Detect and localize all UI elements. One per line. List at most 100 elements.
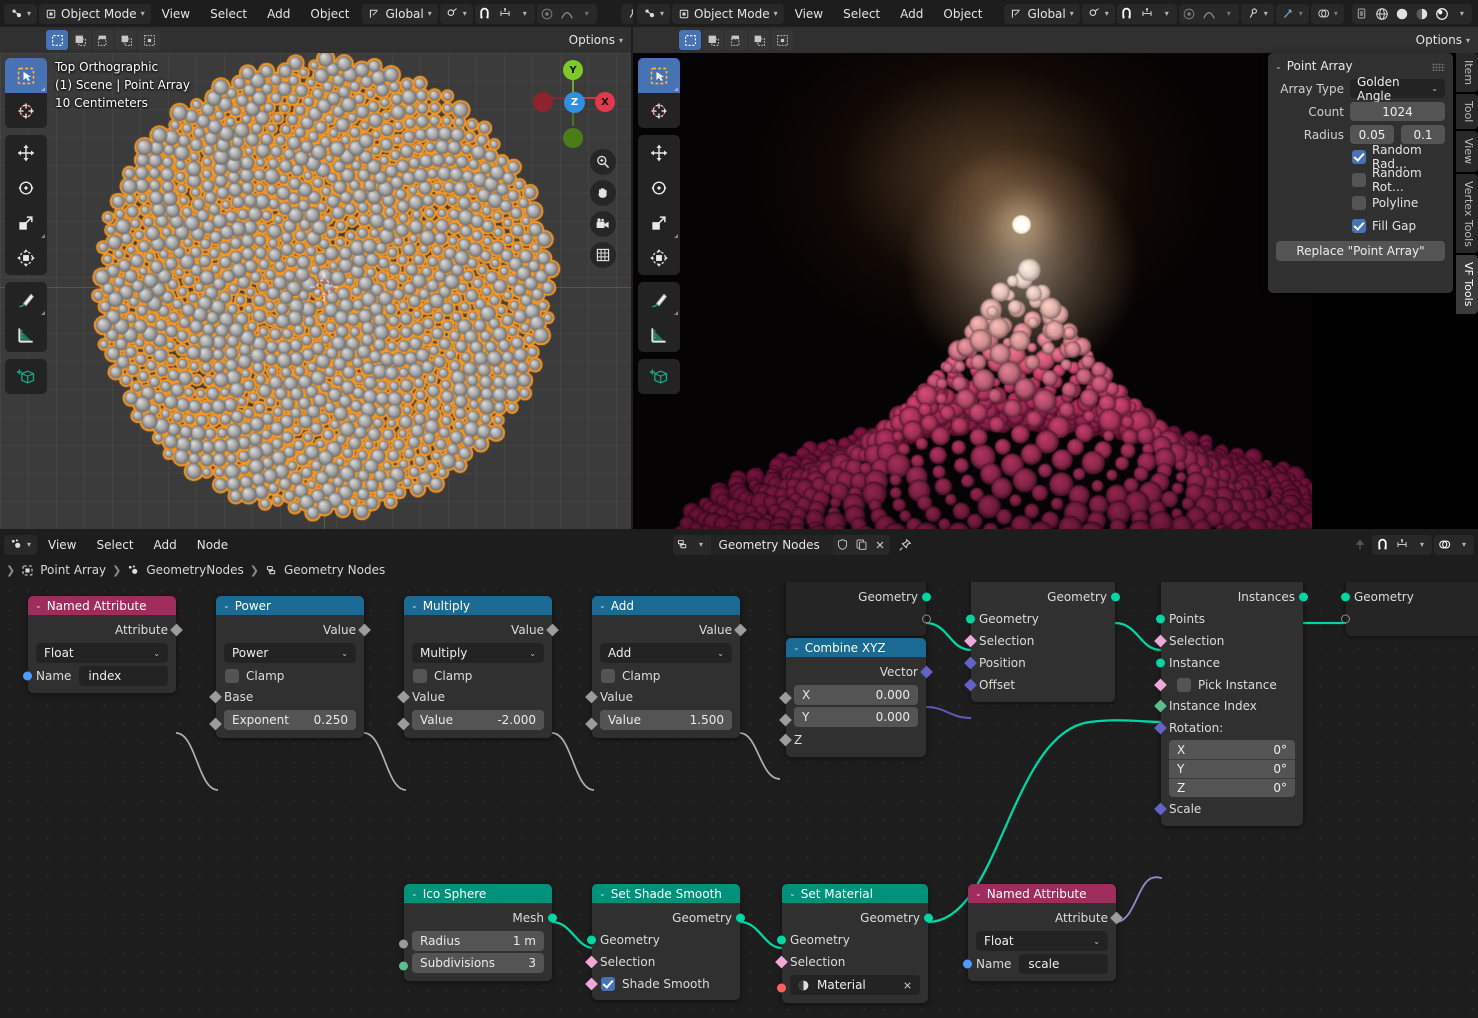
socket-pick-instance-in[interactable] — [1154, 678, 1167, 691]
node-header[interactable]: ⌄ Power — [216, 596, 364, 615]
data-type-dropdown[interactable]: Float ⌄ — [976, 931, 1108, 951]
replace-point-array-button[interactable]: Replace "Point Array" — [1276, 241, 1445, 261]
proportional-editing-group-right[interactable]: ▾ — [1178, 3, 1239, 24]
viewport-top-orthographic[interactable]: Top Orthographic (1) Scene | Point Array… — [0, 53, 631, 529]
node-set-shade-smooth[interactable]: ⌄ Set Shade Smooth Geometry Geometry Sel… — [585, 884, 745, 1000]
transform-orientation-dropdown-right[interactable]: Global ▾ — [1004, 3, 1080, 24]
chevron-down-icon[interactable]: ⌄ — [793, 643, 800, 652]
zoom-icon[interactable] — [590, 149, 616, 175]
nodetree-browse-dropdown[interactable]: ▾ — [692, 535, 711, 555]
menu-view[interactable]: View — [153, 7, 199, 21]
node-snapping-group[interactable]: ▾ — [1372, 534, 1432, 555]
menu-select[interactable]: Select — [201, 7, 256, 21]
transform-tool[interactable] — [638, 240, 680, 275]
proportional-edit-icon[interactable] — [1179, 4, 1199, 24]
point-array-panel[interactable]: ⌄ Point Array Array Type Golden Angle ⌄ … — [1268, 53, 1453, 293]
socket-mesh-out[interactable] — [548, 913, 557, 923]
socket-geometry-in[interactable] — [966, 614, 975, 624]
move-tool[interactable] — [5, 135, 47, 170]
socket-x-in[interactable] — [779, 691, 792, 705]
overlays-dropdown[interactable]: ▾ — [1310, 3, 1344, 24]
pick-instance-checkbox[interactable] — [1177, 677, 1191, 692]
nodetree-name[interactable]: Geometry Nodes — [710, 534, 833, 555]
shield-icon[interactable] — [833, 535, 852, 555]
operation-dropdown[interactable]: Multiply ⌄ — [412, 643, 544, 663]
socket-exponent-in[interactable] — [209, 717, 222, 731]
sidebar-tab-tool[interactable]: Tool — [1456, 94, 1478, 130]
socket-shade-smooth-in[interactable] — [585, 977, 598, 990]
socket-subdivisions-in[interactable] — [399, 961, 408, 971]
select-mode-group[interactable] — [46, 30, 160, 50]
proportional-editing-group[interactable]: ▾ — [536, 3, 597, 24]
shade-smooth-checkbox[interactable] — [601, 976, 615, 991]
select-intersect-icon[interactable] — [771, 30, 793, 50]
gizmo-axis-y[interactable]: Y — [563, 60, 583, 80]
shading-material-preview-icon[interactable] — [1412, 4, 1432, 24]
shading-modes-group[interactable]: ▾ — [1351, 3, 1472, 24]
name-row[interactable]: Name scale — [963, 953, 1116, 975]
node-named-attribute-index[interactable]: ⌄ Named Attribute Attribute Float ⌄ Name … — [23, 596, 183, 693]
pick-instance-row[interactable]: Pick Instance — [1154, 674, 1303, 695]
scale-tool[interactable] — [5, 205, 47, 240]
name-row[interactable]: Name index — [23, 665, 176, 687]
socket-material-in[interactable] — [777, 983, 786, 993]
select-subtract-icon[interactable] — [92, 30, 114, 50]
snap-pivot-dropdown[interactable]: ▾ — [439, 3, 473, 24]
array-type-row[interactable]: Array Type Golden Angle ⌄ — [1276, 75, 1445, 103]
node-header[interactable]: ⌄ Ico Sphere — [404, 884, 552, 903]
annotate-tool[interactable] — [5, 282, 47, 317]
falloff-dropdown-right[interactable]: ▾ — [1219, 4, 1239, 24]
node-menu-node[interactable]: Node — [188, 538, 237, 552]
rotation-z-input[interactable]: Z 0° — [1169, 778, 1295, 797]
node-header[interactable]: ⌄ Add — [592, 596, 740, 615]
polyline-checkbox-row[interactable]: Polyline — [1352, 194, 1445, 212]
node-add[interactable]: ⌄ Add Value Add ⌄ Clamp Value Value 1.50… — [585, 596, 747, 738]
socket-attribute-out[interactable] — [170, 623, 183, 637]
options-button-right[interactable]: Options ▾ — [1416, 33, 1470, 47]
node-named-attribute-scale[interactable]: ⌄ Named Attribute Attribute Float ⌄ Name … — [963, 884, 1123, 981]
falloff-curve-icon[interactable] — [557, 4, 577, 24]
measure-tool[interactable] — [638, 317, 680, 352]
operation-dropdown[interactable]: Add ⌄ — [600, 643, 732, 663]
move-tool[interactable] — [638, 135, 680, 170]
node-header[interactable]: ⌄ Set Shade Smooth — [592, 884, 740, 903]
value2-input[interactable]: Value -2.000 — [412, 710, 544, 730]
rotate-tool[interactable] — [638, 170, 680, 205]
geometry-node-editor[interactable]: ▾ View Select Add Node ▾ Geometry Nodes — [0, 531, 1478, 1018]
gizmo-dropdown[interactable]: ▾ — [1275, 3, 1309, 24]
close-icon[interactable] — [902, 980, 913, 991]
node-power[interactable]: ⌄ Power Value Power ⌄ Clamp Base Exponen… — [209, 596, 371, 738]
shade-smooth-row[interactable]: Shade Smooth — [585, 973, 740, 994]
socket-radius-in[interactable] — [399, 939, 408, 949]
node-group-input[interactable]: ⌄ Group Input Geometry — [786, 582, 931, 636]
panel-header[interactable]: ⌄ Point Array — [1268, 57, 1453, 79]
shading-rendered-icon[interactable] — [1432, 4, 1452, 24]
chevron-down-icon[interactable]: ⌄ — [223, 601, 230, 610]
node-set-position[interactable]: ⌄ Set Position Geometry Geometry Selecti… — [964, 582, 1120, 702]
socket-z-in[interactable] — [779, 733, 792, 747]
random-rotation-checkbox-row[interactable]: Random Rot… — [1352, 166, 1445, 194]
menu-object[interactable]: Object — [301, 7, 358, 21]
fill-gap-checkbox[interactable] — [1352, 219, 1366, 233]
node-header[interactable]: ⌄ Named Attribute — [28, 596, 176, 615]
x-input[interactable]: X 0.000 — [794, 685, 918, 705]
nodetree-browse-icon[interactable] — [673, 535, 692, 555]
socket-virtual-in[interactable] — [1341, 614, 1350, 624]
add-cube-tool[interactable] — [5, 359, 47, 394]
node-group-output[interactable]: ⌄ Group Output Geometry — [1341, 582, 1478, 636]
breadcrumb-modifier-label[interactable]: GeometryNodes — [146, 563, 243, 577]
socket-geometry-out[interactable] — [736, 913, 745, 923]
viewport-left-toolbar[interactable] — [5, 58, 47, 401]
camera-icon[interactable] — [590, 211, 616, 237]
clamp-row[interactable]: Clamp — [592, 665, 740, 686]
gizmo-axis-z[interactable]: Z — [564, 92, 585, 113]
pan-hand-icon[interactable] — [590, 180, 616, 206]
random-radius-checkbox[interactable] — [1352, 150, 1366, 164]
socket-base-in[interactable] — [209, 690, 222, 704]
fill-gap-checkbox-row[interactable]: Fill Gap — [1352, 217, 1445, 235]
cursor-tool[interactable] — [638, 93, 680, 128]
socket-selection-in[interactable] — [585, 955, 598, 969]
node-overlay-dropdown[interactable]: ▾ — [1454, 535, 1474, 555]
node-canvas[interactable]: ⌄ Named Attribute Attribute Float ⌄ Name … — [0, 582, 1478, 1018]
rotation-x-input[interactable]: X 0° — [1169, 740, 1295, 759]
